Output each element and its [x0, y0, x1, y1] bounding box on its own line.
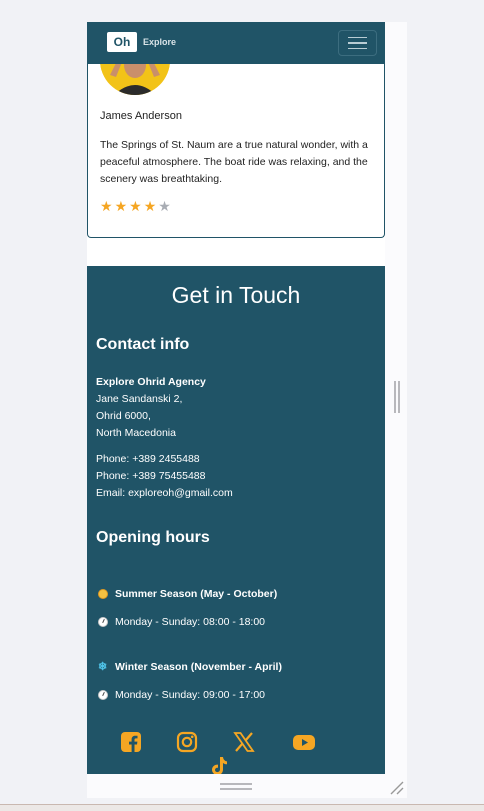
logo-text: Explore: [143, 37, 177, 47]
star-rating: ★ ★ ★ ★ ★: [100, 199, 171, 213]
star-filled-icon: ★: [114, 198, 128, 214]
brand-logo[interactable]: Oh Explore: [107, 32, 176, 52]
winter-hours: Monday - Sunday: 09:00 - 17:00: [98, 689, 265, 701]
phone-link[interactable]: Phone: +389 2455488: [96, 453, 200, 465]
tiktok-icon[interactable]: [207, 754, 231, 774]
navbar: Oh Explore: [87, 22, 385, 64]
contact-info-heading: Contact info: [96, 336, 190, 353]
hamburger-menu-icon: [348, 47, 367, 50]
sun-icon: [98, 589, 108, 599]
winter-hours-text: Monday - Sunday: 09:00 - 17:00: [115, 689, 266, 701]
clock-icon: [98, 690, 108, 700]
summer-season-label: Summer Season (May - October): [115, 588, 278, 600]
page-bottom-edge: [0, 804, 484, 811]
phone-link[interactable]: Phone: +389 75455488: [96, 470, 205, 482]
agency-address: Explore Ohrid Agency Jane Sandanski 2, O…: [96, 374, 206, 442]
reviewer-name: James Anderson: [100, 110, 182, 122]
contact-title: Get in Touch: [171, 282, 301, 308]
testimonial-card: James Anderson The Springs of St. Naum a…: [87, 35, 385, 238]
vertical-resize-handle[interactable]: [394, 381, 400, 413]
star-filled-icon: ★: [143, 198, 157, 214]
summer-hours: Monday - Sunday: 08:00 - 18:00: [98, 616, 265, 628]
resize-grip-icon[interactable]: [388, 779, 404, 795]
contact-details: Phone: +389 2455488 Phone: +389 75455488…: [96, 451, 233, 502]
horizontal-resize-handle[interactable]: [220, 783, 252, 791]
winter-season: ❄ Winter Season (November - April): [98, 661, 282, 673]
instagram-icon[interactable]: [175, 730, 199, 754]
logo-mark: Oh: [107, 32, 137, 52]
menu-toggle-button[interactable]: [338, 30, 377, 56]
clock-icon: [98, 617, 108, 627]
youtube-icon[interactable]: [292, 730, 316, 754]
review-text: The Springs of St. Naum are a true natur…: [100, 139, 368, 185]
contact-section: Get in Touch Contact info Explore Ohrid …: [87, 266, 385, 774]
hamburger-menu-icon: [348, 36, 367, 39]
agency-name: Explore Ohrid Agency: [96, 376, 206, 388]
email-link[interactable]: Email: exploreoh@gmail.com: [96, 487, 233, 499]
address-line: Ohrid 6000,: [96, 410, 151, 422]
winter-season-label: Winter Season (November - April): [115, 661, 282, 673]
summer-hours-text: Monday - Sunday: 08:00 - 18:00: [115, 616, 266, 628]
address-line: North Macedonia: [96, 427, 176, 439]
opening-hours-heading: Opening hours: [96, 529, 210, 546]
star-filled-icon: ★: [129, 198, 142, 214]
mobile-preview-frame: James Anderson The Springs of St. Naum a…: [87, 22, 385, 774]
star-filled-icon: ★: [100, 198, 113, 214]
x-icon[interactable]: [232, 730, 256, 754]
snowflake-icon: ❄: [98, 661, 108, 673]
address-line: Jane Sandanski 2,: [96, 393, 183, 405]
facebook-icon[interactable]: [119, 730, 143, 754]
star-empty-icon: ★: [158, 198, 171, 214]
summer-season: Summer Season (May - October): [98, 588, 277, 600]
hamburger-menu-icon: [348, 42, 367, 44]
